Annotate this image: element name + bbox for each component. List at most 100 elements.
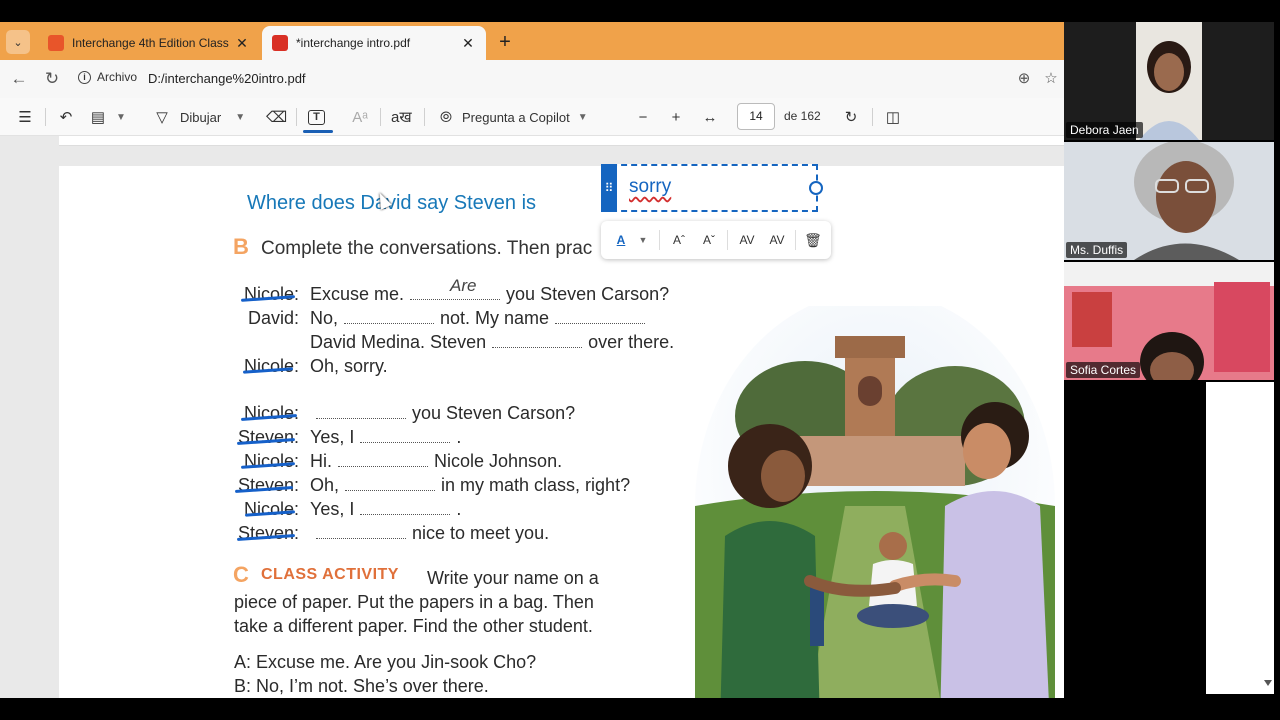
text-box-icon: T <box>308 109 325 125</box>
divider <box>872 108 873 126</box>
page-view-button[interactable]: ◫ <box>883 106 903 128</box>
text-size-icon: Aᵃ <box>352 108 368 126</box>
text-color-icon[interactable]: A <box>611 230 631 250</box>
handwritten-answer: Are <box>450 276 477 295</box>
close-icon[interactable]: ✕ <box>460 35 476 52</box>
draw-button[interactable]: ▽ Dibujar ▼ <box>152 106 245 128</box>
line-text: . <box>456 427 462 447</box>
divider <box>296 108 297 126</box>
decrease-font-icon[interactable]: Aˇ <box>699 230 719 250</box>
chevron-down-icon[interactable]: ▼ <box>633 230 653 250</box>
section-c-letter: C <box>233 562 249 587</box>
participant-name: Debora Jaen <box>1066 122 1143 138</box>
divider <box>45 108 46 126</box>
tab-interchange-pdf[interactable]: *interchange intro.pdf ✕ <box>262 26 486 60</box>
url-field[interactable]: D:/interchange%20intro.pdf <box>148 71 306 86</box>
increase-spacing-icon[interactable]: AV <box>735 230 759 250</box>
site-info-button[interactable]: i Archivo <box>78 70 137 84</box>
zoom-out-button[interactable]: − <box>633 106 653 128</box>
back-arrow-icon[interactable]: ← <box>9 69 29 89</box>
reload-icon[interactable]: ↻ <box>42 69 62 89</box>
address-bar: ← ↻ i Archivo D:/interchange%20intro.pdf… <box>0 60 1064 98</box>
rotate-button[interactable]: ↻ <box>841 106 861 128</box>
line-text: Nicole Johnson. <box>434 451 563 471</box>
line-text: Oh, <box>310 475 340 495</box>
participant-video-sofia[interactable]: Sofia Cortes <box>1064 262 1274 380</box>
annotation-text[interactable]: sorry <box>629 176 671 198</box>
pdf-viewer[interactable]: Where does David say Steven is B Complet… <box>0 136 1064 698</box>
site-info-label: Archivo <box>97 70 138 84</box>
translate-icon: aख <box>391 109 412 126</box>
line-text: over there. <box>588 332 675 352</box>
increase-font-icon[interactable]: Aˆ <box>669 230 689 250</box>
line-text: Excuse me. <box>310 284 405 304</box>
conversation-line: nice to meet you. <box>310 523 549 544</box>
zoom-in-button[interactable]: + <box>666 106 686 128</box>
undo-button[interactable]: ↶ <box>56 106 76 128</box>
speaker-label: Steven: <box>237 475 299 495</box>
line-text: you Steven Carson? <box>506 284 670 304</box>
resize-handle[interactable] <box>809 181 823 195</box>
answer-blank <box>316 529 406 539</box>
decrease-spacing-icon[interactable]: AV <box>765 230 789 250</box>
participant-name: Sofia Cortes <box>1066 362 1141 378</box>
conversation-line: No, not. My name <box>310 308 651 329</box>
text-size-button[interactable]: Aᵃ <box>350 106 370 128</box>
answer-blank <box>360 505 451 515</box>
erase-button[interactable]: ⌫ <box>266 106 287 128</box>
answer-blank <box>344 314 435 324</box>
info-icon: i <box>78 70 91 84</box>
tab-strip: ⌄ Interchange 4th Edition Class Audi ✕ *… <box>0 22 1064 60</box>
conversation-line: Hi. Nicole Johnson. <box>310 451 562 472</box>
trash-icon[interactable]: 🗑 <box>803 230 823 250</box>
divider <box>380 108 381 126</box>
chevron-down-icon: ⌄ <box>13 36 23 49</box>
example-dialog-line: B: No, I’m not. She’s over there. <box>234 676 489 696</box>
conversation-line: Yes, I. <box>310 427 461 448</box>
tab-interchange-audio[interactable]: Interchange 4th Edition Class Audi ✕ <box>38 26 260 60</box>
undo-icon: ↶ <box>59 109 73 126</box>
fit-page-button[interactable]: ↔ <box>700 106 720 128</box>
scroll-down-icon[interactable] <box>1264 680 1272 686</box>
contents-list-button[interactable]: ☰ <box>15 106 35 128</box>
divider <box>727 230 728 250</box>
example-dialog-line: A: Excuse me. Are you Jin-sook Cho? <box>234 652 537 672</box>
page-total-label: de 162 <box>784 109 821 123</box>
chevron-down-icon: ▼ <box>116 111 126 123</box>
drag-handle-icon[interactable]: ⠿ <box>601 164 617 212</box>
participant-video-debora[interactable]: Debora Jaen <box>1064 22 1274 140</box>
new-tab-button[interactable]: + <box>494 32 516 54</box>
favorite-star-icon[interactable]: ☆ <box>1041 69 1061 89</box>
line-text: No, <box>310 308 339 328</box>
minus-icon: − <box>638 108 648 126</box>
participant-name: Ms. Duffis <box>1066 242 1128 258</box>
participant-video-duffis[interactable]: Ms. Duffis <box>1064 142 1274 260</box>
answer-blank <box>345 481 436 491</box>
line-text: in my math class, right? <box>441 475 631 495</box>
answer-blank <box>338 457 428 467</box>
screen: ⌄ Interchange 4th Edition Class Audi ✕ *… <box>0 0 1280 720</box>
line-text: Yes, I <box>310 427 355 447</box>
pdf-toolbar: ☰ ↶ ▤ ▼ ▽ Dibujar ▼ ⌫ T Aᵃ aख ⦾ Pregunta … <box>0 98 1064 136</box>
divider <box>659 230 660 250</box>
fit-width-icon: ↔ <box>702 108 718 126</box>
speaker-label: Nicole: <box>243 403 299 423</box>
plus-icon: + <box>671 108 681 126</box>
page-number-input[interactable]: 14 <box>737 103 775 130</box>
speaker-label: David: <box>247 308 299 328</box>
answer-blank <box>360 433 451 443</box>
pen-icon: ▽ <box>156 109 168 126</box>
tab-actions-menu-button[interactable]: ⌄ <box>6 30 30 54</box>
copilot-button[interactable]: ⦾ Pregunta a Copilot ▼ <box>436 106 588 128</box>
line-text: not. My name <box>440 308 550 328</box>
translate-button[interactable]: aख <box>391 106 412 128</box>
conversation-line: David Medina. Steven over there. <box>310 332 674 353</box>
add-text-button[interactable]: T <box>308 106 325 128</box>
vertical-scrollbar[interactable] <box>1262 140 1274 694</box>
divider <box>424 108 425 126</box>
class-activity-title: CLASS ACTIVITY <box>261 566 399 583</box>
close-icon[interactable]: ✕ <box>234 35 250 52</box>
zoom-icon[interactable]: ⊕ <box>1014 69 1034 89</box>
highlight-button[interactable]: ▤ ▼ <box>88 106 126 128</box>
section-c-text: piece of paper. Put the papers in a bag.… <box>234 592 594 612</box>
